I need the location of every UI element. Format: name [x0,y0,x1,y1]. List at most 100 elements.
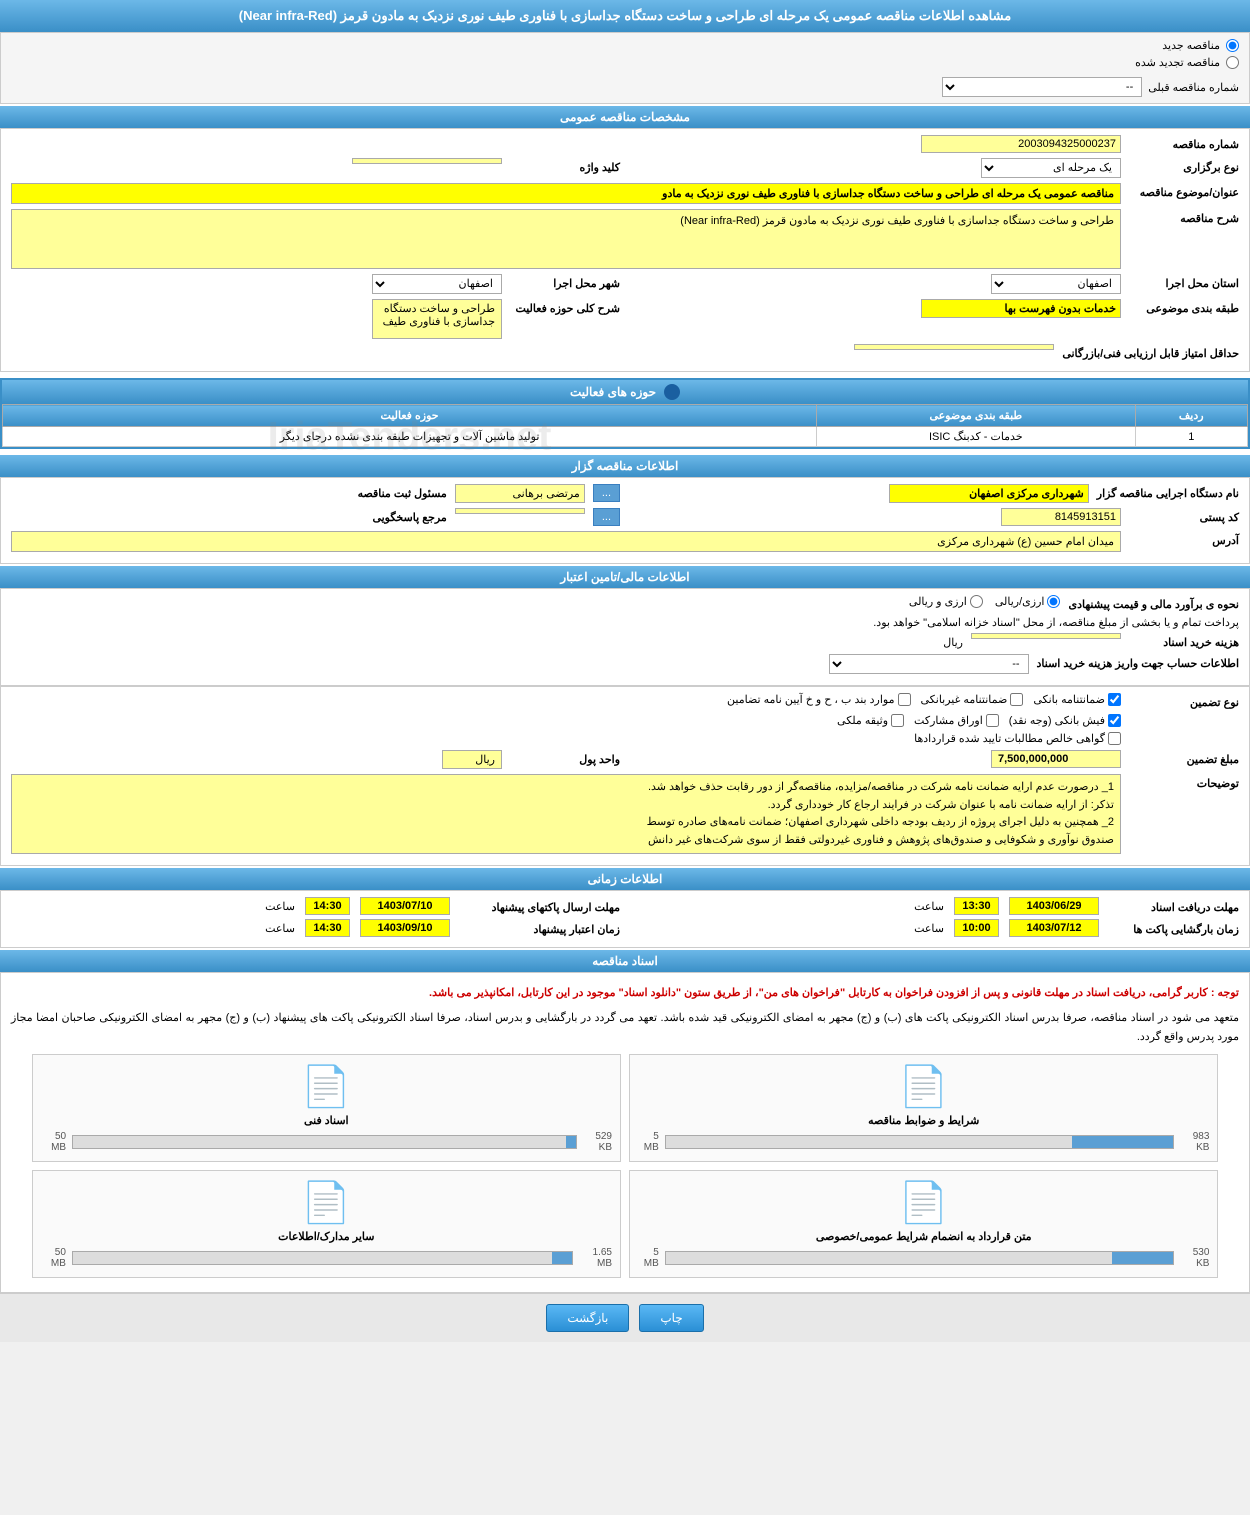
activity-areas-table: ردیف طبقه بندی موضوعی حوزه فعالیت 1 خدما… [2,404,1248,447]
responsible-row: ... مرتضی برهانی مسئول ثبت مناقصه [11,484,620,503]
tender-type-label: نوع برگزاری [1129,158,1239,174]
tax-cert-row: گواهی خالص مطالبات تایید شده قراردادها [11,732,1239,745]
print-button[interactable]: چاپ [639,1304,703,1332]
bank-guarantee-checkbox[interactable] [1108,693,1121,706]
account-select[interactable]: -- [829,654,1029,674]
category-row: طبقه بندی موضوعی خدمات بدون فهرست بها [630,299,1239,339]
dates-header: اطلاعات زمانی [0,868,1250,890]
responsible-dots-button[interactable]: ... [593,484,620,502]
bonds-label: اوراق مشارکت [914,714,999,727]
postal-label: کد پستی [1129,508,1239,524]
subject-row: عنوان/موضوع مناقصه مناقصه عمومی یک مرحله… [11,183,1239,204]
file-item-0: 📄 شرایط و ضوابط مناقصه 983 KB 5 MB [629,1054,1218,1162]
type-keyword-row: نوع برگزاری یک مرحله ای کلید واژه [11,158,1239,183]
province-select[interactable]: اصفهان [991,274,1121,294]
cash-check-checkbox[interactable] [1108,714,1121,727]
financial-section: نحوه ی برآورد مالی و قیمت پیشنهادی ارزی/… [0,588,1250,686]
file-label-3: سایر مدارک/اطلاعات [278,1230,374,1243]
documents-header: اسناد مناقصه [0,950,1250,972]
keyword-label: کلید واژه [510,158,620,174]
guarantee-section: نوع تضمین ضمانتنامه بانکی ضمانتنامه غیرب… [0,686,1250,866]
file-icon-0: 📄 [899,1063,949,1110]
province-label: استان محل اجرا [1129,274,1239,290]
guarantee-types-label: نوع تضمین [1129,693,1239,709]
file-max-3: 50 MB [41,1247,66,1269]
prev-number-select[interactable]: -- [942,77,1142,97]
tax-cert-checkbox[interactable] [1108,732,1121,745]
activity-areas-section: حوزه های فعالیت ردیف طبقه بندی موضوعی حو… [0,378,1250,449]
responsible-value: مرتضی برهانی [455,484,585,503]
file-size-0: 983 KB [1180,1131,1209,1153]
category-label: طبقه بندی موضوعی [1129,299,1239,315]
guarantee-desc-row: توضیحات 1_ درصورت عدم ارایه ضمانت نامه ش… [11,774,1239,854]
activity-desc-row: شرح کلی حوزه فعالیت طراحی و ساخت دستگاهج… [11,299,620,339]
top-options: مناقصه جدید مناقصه تجدید شده شماره مناقص… [0,32,1250,104]
cases-checkbox[interactable] [898,693,911,706]
postal-row: کد پستی 8145913151 [630,508,1239,526]
doc-cost-label: هزینه خرید اسناد [1129,633,1239,649]
back-button[interactable]: بازگشت [546,1304,629,1332]
city-select[interactable]: اصفهان [372,274,502,294]
progress-bar-3 [72,1251,573,1265]
packet-open-time: 10:00 [954,919,999,937]
activity-desc-label: شرح کلی حوزه فعالیت [510,299,620,315]
desc-line-2: 2_ همچنین به دلیل اجرای پروژه از ردیف بو… [18,814,1114,832]
estimation-rial-radio[interactable] [1047,595,1060,608]
amount-value: 7,500,000,000 [991,750,1121,768]
desc-line-0: 1_ درصورت عدم ارایه ضمانت نامه شرکت در م… [18,779,1114,797]
category-value: خدمات بدون فهرست بها [921,299,1121,318]
property-checkbox[interactable] [891,714,904,727]
file-item-1: 📄 اسناد فنی 529 KB 50 MB [32,1054,621,1162]
bonds-checkbox[interactable] [986,714,999,727]
estimation-fx-radio[interactable] [970,595,983,608]
new-tender-radio[interactable] [1226,39,1239,52]
validity-label: زمان اعتبار پیشنهاد [460,920,620,936]
unit-value: ریال [442,750,502,769]
progress-fill-3 [552,1252,572,1264]
activity-areas-header: حوزه های فعالیت [2,380,1248,404]
tender-type-select[interactable]: یک مرحله ای [981,158,1121,178]
desc-label: شرح مناقصه [1129,209,1239,225]
dates-section: مهلت دریافت اسناد 1403/06/29 13:30 ساعت … [0,890,1250,948]
general-specs-header: مشخصات مناقصه عمومی [0,106,1250,128]
packet-deadline-date: 1403/07/10 [360,897,450,915]
files-row2: 📄 متن قرارداد به انضمام شرایط عمومی/خصوص… [11,1170,1239,1278]
guarantee-more-checkboxes: فیش بانکی (وجه نقد) اوراق مشارکت وثیقه م… [837,714,1121,727]
packet-deadline-col: مهلت ارسال پاکتهای پیشنهاد 1403/07/10 14… [11,897,620,919]
estimation-rial-label: ارزی/ریالی [995,595,1061,608]
estimation-label: نحوه ی برآورد مالی و قیمت پیشنهادی [1068,595,1239,611]
guarantee-more-row: فیش بانکی (وجه نقد) اوراق مشارکت وثیقه م… [11,714,1239,727]
validity-row: زمان اعتبار پیشنهاد 1403/09/10 14:30 ساع… [11,919,620,937]
file-max-1: 50 MB [41,1131,67,1153]
electronic-guarantee-checkbox[interactable] [1010,693,1023,706]
progress-fill-2 [1112,1252,1173,1264]
table-row: 1 خدمات - کدبنگ ISIC تولید ماشین آلات و … [3,427,1248,447]
tender-number-row: شماره مناقصه 2003094325000237 [11,135,1239,153]
doc-deadline-label: مهلت دریافت اسناد [1109,898,1239,914]
file-icon-3: 📄 [301,1179,351,1226]
file-size-1: 529 KB [583,1131,612,1153]
tender-type-row: نوع برگزاری یک مرحله ای [630,158,1239,178]
dates-row2: زمان بارگشایی پاکت ها 1403/07/12 10:00 س… [11,919,1239,941]
file-progress-0: 983 KB 5 MB [638,1131,1209,1153]
renewed-tender-row: مناقصه تجدید شده [11,56,1239,69]
amount-label: مبلغ تضمین [1129,750,1239,766]
activity-desc-value: طراحی و ساخت دستگاهجداسازی با فناوری طیف [372,299,502,339]
renewed-tender-radio[interactable] [1226,56,1239,69]
org-responsible-row: نام دستگاه اجرایی مناقصه گزار شهرداری مر… [11,484,1239,508]
progress-bar-2 [665,1251,1174,1265]
validity-date: 1403/09/10 [360,919,450,937]
file-size-3: 1.65 MB [579,1247,612,1269]
province-row: استان محل اجرا اصفهان [630,274,1239,294]
keyword-value [352,158,502,164]
ref-dots-button[interactable]: ... [593,508,620,526]
city-row: شهر محل اجرا اصفهان [11,274,620,294]
validity-time: 14:30 [305,919,350,937]
validity-unit: ساعت [265,922,295,935]
progress-fill-0 [1072,1136,1173,1148]
postal-value: 8145913151 [1001,508,1121,526]
doc-cost-row: هزینه خرید اسناد ریال [11,633,1239,649]
packet-deadline-row: مهلت ارسال پاکتهای پیشنهاد 1403/07/10 14… [11,897,620,915]
doc-deadline-row: مهلت دریافت اسناد 1403/06/29 13:30 ساعت [630,897,1239,915]
subject-label: عنوان/موضوع مناقصه [1129,183,1239,199]
